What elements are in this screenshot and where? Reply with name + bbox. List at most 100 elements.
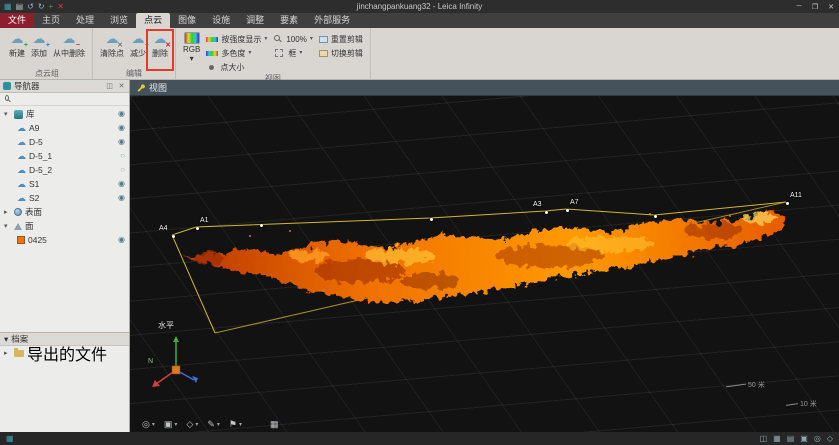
add-to-group-button[interactable]: 添加: [28, 30, 50, 61]
display-settings-button[interactable]: [142, 420, 155, 429]
scale-tick: [786, 403, 798, 406]
maximize-button[interactable]: ❐: [807, 3, 823, 11]
tab-processing[interactable]: 处理: [68, 13, 102, 28]
window-title: jinchangpankuang32 - Leica Infinity: [0, 2, 839, 11]
tree-group-faces[interactable]: 面: [0, 219, 129, 233]
tree-item-s1[interactable]: S1: [0, 177, 129, 191]
chevron-down-icon: [264, 36, 267, 42]
ribbon: 新建 添加 从中删除 点云组 清除点 减少: [0, 28, 839, 80]
tree-item-d5-1[interactable]: D-5_1: [0, 149, 129, 163]
intensity-display-dropdown[interactable]: 按强度显示: [206, 33, 267, 45]
grid-toggle-button[interactable]: [270, 420, 279, 429]
tab-image[interactable]: 图像: [170, 13, 204, 28]
tab-adjustment[interactable]: 调整: [238, 13, 272, 28]
control-point-marker[interactable]: [654, 215, 657, 218]
clip-box-tool-button[interactable]: [164, 420, 178, 429]
orientation-gizmo[interactable]: [152, 336, 198, 387]
point-size-button[interactable]: 点大小: [206, 61, 267, 73]
control-point-marker[interactable]: A3: [545, 211, 548, 214]
marker-dot: [172, 235, 175, 238]
cloud-reduce-icon: [130, 32, 146, 47]
tree-item-d5-2[interactable]: D-5_2: [0, 163, 129, 177]
marker-dot: [654, 215, 657, 218]
visibility-toggle[interactable]: [120, 166, 125, 174]
visibility-toggle[interactable]: [120, 152, 125, 160]
status-grid-icon[interactable]: [773, 435, 781, 443]
new-pointcloud-group-button[interactable]: 新建: [6, 30, 28, 61]
intensity-colorbar-icon: [206, 37, 218, 42]
clip-box-dropdown[interactable]: 框: [273, 47, 312, 59]
visibility-toggle[interactable]: [118, 124, 125, 132]
tab-pointcloud[interactable]: 点云: [136, 13, 170, 28]
toggle-clip-button[interactable]: 切换剪辑: [319, 47, 363, 59]
add-icon[interactable]: [49, 3, 54, 11]
marker-label: A1: [200, 217, 209, 224]
close-button[interactable]: ✕: [823, 3, 839, 11]
navigator-header: 导航器: [0, 80, 129, 93]
tab-facility[interactable]: 设施: [204, 13, 238, 28]
tree-item-a9[interactable]: A9: [0, 121, 129, 135]
navigator-search: [0, 93, 129, 106]
tab-external-services[interactable]: 外部服务: [306, 13, 358, 28]
visibility-toggle[interactable]: [118, 138, 125, 146]
window-controls: ─ ❐ ✕: [791, 3, 839, 11]
control-point-marker[interactable]: A11: [786, 202, 789, 205]
status-view-icon[interactable]: [814, 435, 821, 443]
chevron-down-icon: [195, 422, 198, 428]
tree-group-surfaces[interactable]: 表面: [0, 205, 129, 219]
reset-clip-button[interactable]: 重置剪辑: [319, 33, 363, 45]
reduce-points-button[interactable]: 减少: [127, 30, 149, 61]
visibility-toggle[interactable]: [118, 110, 125, 118]
status-panel-icon[interactable]: [800, 435, 808, 443]
redo-icon[interactable]: [38, 3, 45, 11]
zoom-level-dropdown[interactable]: 100%: [273, 33, 312, 45]
undo-icon[interactable]: [27, 3, 34, 11]
visibility-toggle[interactable]: [118, 180, 125, 188]
visibility-toggle[interactable]: [118, 194, 125, 202]
save-icon[interactable]: [16, 3, 24, 11]
tab-browse[interactable]: 浏览: [102, 13, 136, 28]
selection-mode-button[interactable]: [186, 420, 198, 429]
status-app-icon[interactable]: [6, 435, 14, 443]
status-window-icon[interactable]: [760, 435, 768, 443]
search-input[interactable]: [15, 94, 125, 105]
delete-points-button[interactable]: 删除: [149, 30, 171, 61]
ribbon-tab-bar: 文件 主页 处理 浏览 点云 图像 设施 调整 要素 外部服务: [0, 13, 839, 28]
tab-features[interactable]: 要素: [272, 13, 306, 28]
cancel-icon[interactable]: [57, 3, 64, 11]
status-mode-icon[interactable]: [827, 435, 833, 443]
control-point-marker[interactable]: [260, 224, 263, 227]
tab-file[interactable]: 文件: [0, 13, 34, 28]
tree-item-exported-files[interactable]: 导出的文件: [0, 346, 129, 360]
reset-clip-icon: [319, 36, 328, 43]
control-point-marker[interactable]: A7: [566, 209, 569, 212]
tree-item-s2[interactable]: S2: [0, 191, 129, 205]
search-icon: [5, 95, 9, 101]
chevron-down-icon: [152, 422, 155, 428]
tree-item-0425[interactable]: 0425: [0, 233, 129, 247]
visibility-toggle[interactable]: [118, 236, 125, 244]
chevron-down-icon: [4, 335, 8, 344]
panel-close-button[interactable]: [117, 83, 126, 90]
control-point-marker[interactable]: [430, 218, 433, 221]
tree-group-library[interactable]: 库: [0, 107, 129, 121]
toggle-clip-icon: [319, 50, 328, 57]
flag-tool-button[interactable]: [229, 420, 242, 429]
3d-viewport[interactable]: A4 A1 A3 A7 A11 水平 N: [130, 96, 839, 432]
clean-points-button[interactable]: 清除点: [97, 30, 127, 61]
remove-from-group-button[interactable]: 从中删除: [50, 30, 88, 61]
rgb-display-button[interactable]: RGB: [180, 30, 203, 65]
pointcloud-icon: [17, 124, 26, 133]
status-layers-icon[interactable]: [787, 435, 795, 443]
marker-dot: [566, 209, 569, 212]
cloud-clean-icon: [104, 32, 120, 47]
tab-home[interactable]: 主页: [34, 13, 68, 28]
cloud-new-icon: [9, 32, 25, 47]
minimize-button[interactable]: ─: [791, 3, 807, 11]
multicolor-dropdown[interactable]: 多色度: [206, 47, 267, 59]
control-point-marker[interactable]: A1: [196, 227, 199, 230]
panel-dock-button[interactable]: [105, 83, 114, 90]
annotate-button[interactable]: [207, 420, 220, 429]
tree-item-d5[interactable]: D-5: [0, 135, 129, 149]
control-point-marker[interactable]: A4: [172, 235, 175, 238]
